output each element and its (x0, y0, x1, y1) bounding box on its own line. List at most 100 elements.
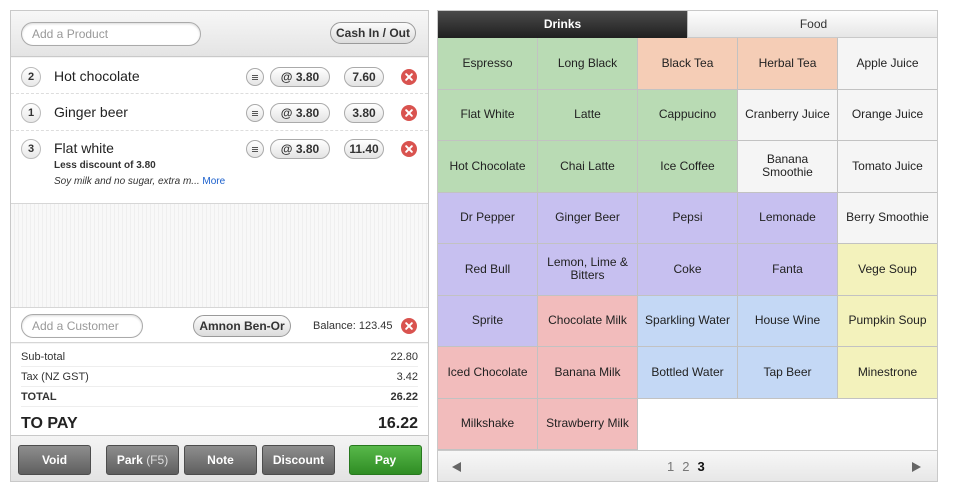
more-link[interactable]: More (202, 176, 225, 187)
customer-name-button[interactable]: Amnon Ben-Or (193, 315, 291, 337)
product-button[interactable]: Chocolate Milk (538, 295, 638, 347)
subtotal-row: Sub-total 22.80 (21, 347, 418, 367)
product-button[interactable]: Lemonade (738, 192, 838, 244)
product-grid: Espresso Long Black Black Tea Herbal Tea App… (438, 38, 937, 450)
product-button[interactable]: Ginger Beer (538, 192, 638, 244)
page-number[interactable]: 1 (667, 459, 674, 474)
product-button[interactable]: Ice Coffee (638, 141, 738, 193)
park-button[interactable]: Park (F5) (106, 445, 179, 475)
product-search-input[interactable]: Add a Product (21, 22, 201, 46)
page-number[interactable]: 3 (697, 459, 704, 474)
cash-in-out-button[interactable]: Cash In / Out (330, 22, 416, 44)
note-icon[interactable] (246, 68, 264, 86)
note-icon[interactable] (246, 140, 264, 158)
quantity-badge[interactable]: 3 (21, 139, 41, 159)
product-button[interactable]: Pepsi (638, 192, 738, 244)
product-button[interactable]: Bottled Water (638, 347, 738, 399)
unit-price[interactable]: @ 3.80 (270, 103, 330, 123)
previous-page-icon[interactable] (452, 462, 461, 472)
product-button[interactable]: Cappucino (638, 89, 738, 141)
product-button[interactable]: Cranberry Juice (738, 89, 838, 141)
total-value: 26.22 (390, 391, 418, 403)
product-button[interactable]: Banana Milk (538, 347, 638, 399)
order-panel: Add a Product Cash In / Out 2 Hot chocol… (10, 10, 429, 482)
product-button[interactable]: Fanta (738, 244, 838, 296)
tax-row: Tax (NZ GST) 3.42 (21, 367, 418, 387)
discount-text: Less discount of 3.80 (54, 160, 156, 171)
product-name: Hot chocolate (54, 68, 140, 84)
note-button[interactable]: Note (184, 445, 257, 475)
empty-order-area (11, 204, 428, 314)
product-button[interactable]: Orange Juice (838, 89, 937, 141)
subtotal-label: Sub-total (21, 351, 66, 363)
remove-item-icon[interactable] (401, 69, 417, 85)
product-button[interactable]: Minestrone (838, 347, 937, 399)
product-button[interactable]: Latte (538, 89, 638, 141)
order-items-list: 2 Hot chocolate @ 3.80 7.60 1 Ginger bee… (11, 58, 428, 204)
product-button[interactable]: Hot Chocolate (438, 141, 538, 193)
product-name: Flat white (54, 140, 114, 156)
customer-bar: Add a Customer Amnon Ben-Or Balance: 123… (11, 307, 428, 343)
line-total[interactable]: 11.40 (344, 139, 384, 159)
page-number[interactable]: 2 (682, 459, 689, 474)
pager: 123 (438, 450, 937, 481)
product-button[interactable]: Banana Smoothie (738, 141, 838, 193)
product-button[interactable]: Sparkling Water (638, 295, 738, 347)
park-shortcut: (F5) (146, 453, 169, 467)
product-button[interactable]: Flat White (438, 89, 538, 141)
category-tabs: Drinks Food (438, 11, 937, 38)
to-pay-row: TO PAY 16.22 (21, 413, 418, 435)
customer-search-input[interactable]: Add a Customer (21, 314, 143, 338)
product-button[interactable]: Espresso (438, 38, 538, 90)
order-item[interactable]: 1 Ginger beer @ 3.80 3.80 (11, 94, 428, 131)
product-button[interactable]: Iced Chocolate (438, 347, 538, 399)
product-button[interactable]: Strawberry Milk (538, 398, 638, 450)
unit-price[interactable]: @ 3.80 (270, 67, 330, 87)
product-button[interactable]: Pumpkin Soup (838, 295, 937, 347)
unit-price[interactable]: @ 3.80 (270, 139, 330, 159)
remove-customer-icon[interactable] (401, 318, 417, 334)
product-button[interactable]: Chai Latte (538, 141, 638, 193)
product-button[interactable]: Vege Soup (838, 244, 937, 296)
to-pay-label: TO PAY (21, 415, 78, 432)
product-button[interactable]: Tomato Juice (838, 141, 937, 193)
product-button[interactable]: Herbal Tea (738, 38, 838, 90)
line-total[interactable]: 7.60 (344, 67, 384, 87)
product-button[interactable]: Tap Beer (738, 347, 838, 399)
totals-section: Sub-total 22.80 Tax (NZ GST) 3.42 TOTAL … (11, 344, 428, 436)
product-button[interactable]: House Wine (738, 295, 838, 347)
product-button[interactable]: Coke (638, 244, 738, 296)
tab-food[interactable]: Food (687, 11, 937, 38)
remove-item-icon[interactable] (401, 105, 417, 121)
tax-value: 3.42 (396, 371, 418, 383)
product-button[interactable]: Black Tea (638, 38, 738, 90)
product-button[interactable]: Sprite (438, 295, 538, 347)
remove-item-icon[interactable] (401, 141, 417, 157)
order-item[interactable]: 3 Flat white @ 3.80 11.40 Less discount … (11, 131, 428, 203)
product-button[interactable]: Dr Pepper (438, 192, 538, 244)
note-icon[interactable] (246, 104, 264, 122)
product-button[interactable]: Berry Smoothie (838, 192, 937, 244)
page-numbers: 123 (663, 459, 709, 474)
modifier-text-content: Soy milk and no sugar, extra m... (54, 176, 200, 187)
total-row: TOTAL 26.22 (21, 387, 418, 407)
tab-drinks[interactable]: Drinks (438, 11, 687, 38)
void-button[interactable]: Void (18, 445, 91, 475)
quantity-badge[interactable]: 2 (21, 67, 41, 87)
to-pay-value: 16.22 (377, 415, 418, 432)
pay-button[interactable]: Pay (349, 445, 422, 475)
product-name: Ginger beer (54, 104, 128, 120)
discount-button[interactable]: Discount (262, 445, 335, 475)
quantity-badge[interactable]: 1 (21, 103, 41, 123)
product-button[interactable]: Apple Juice (838, 38, 937, 90)
product-button[interactable]: Long Black (538, 38, 638, 90)
product-button[interactable]: Red Bull (438, 244, 538, 296)
next-page-icon[interactable] (912, 462, 921, 472)
line-total[interactable]: 3.80 (344, 103, 384, 123)
action-bar: Void Park (F5) Note Discount Pay (11, 435, 428, 481)
park-button-label: Park (116, 453, 143, 467)
product-button[interactable]: Lemon, Lime & Bitters (538, 244, 638, 296)
order-item[interactable]: 2 Hot chocolate @ 3.80 7.60 (11, 58, 428, 94)
order-toolbar: Add a Product Cash In / Out (11, 11, 428, 57)
product-button[interactable]: Milkshake (438, 398, 538, 450)
